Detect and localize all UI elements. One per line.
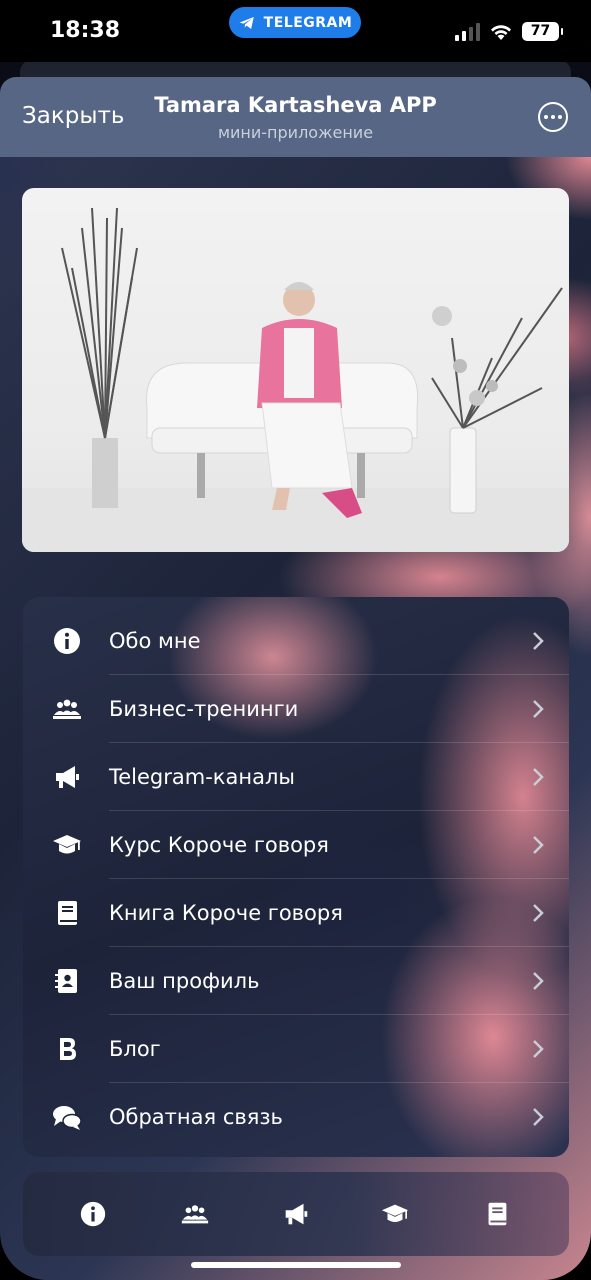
menu-item-feedback[interactable]: Обратная связь xyxy=(23,1083,569,1151)
menu-item-book[interactable]: Книга Короче говоря xyxy=(23,879,569,947)
megaphone-icon xyxy=(47,757,87,797)
menu-item-telegram-channels[interactable]: Telegram-каналы xyxy=(23,743,569,811)
chat-bubbles-icon xyxy=(47,1097,87,1137)
hero-photo xyxy=(22,188,569,552)
megaphone-icon xyxy=(285,1203,308,1225)
menu-item-label: Обо мне xyxy=(109,629,201,653)
telegram-pill-label: TELEGRAM xyxy=(263,14,353,31)
chevron-right-icon xyxy=(533,1108,544,1126)
chevron-right-icon xyxy=(533,836,544,854)
menu-item-label: Курс Короче говоря xyxy=(109,833,329,857)
nav-group-icon[interactable] xyxy=(175,1194,215,1234)
mini-app-header: Закрыть Tamara Kartasheva APP мини-прило… xyxy=(0,77,591,157)
menu-item-label: Бизнес-тренинги xyxy=(109,697,299,721)
cellular-signal-icon xyxy=(455,23,480,41)
phone-screen: 18:38 TELEGRAM 77 Закрыть Tamara Kartash… xyxy=(0,0,591,1280)
graduation-cap-icon xyxy=(381,1204,409,1222)
blog-b-icon xyxy=(47,1029,87,1069)
graduation-cap-icon xyxy=(47,825,87,865)
menu-item-label: Telegram-каналы xyxy=(109,765,295,789)
book-icon xyxy=(47,893,87,933)
info-icon xyxy=(80,1201,106,1227)
battery-indicator: 77 xyxy=(522,22,563,41)
telegram-plane-icon xyxy=(239,16,254,29)
menu-item-business-trainings[interactable]: Бизнес-тренинги xyxy=(23,675,569,743)
status-time: 18:38 xyxy=(50,18,121,43)
menu-item-about[interactable]: Обо мне xyxy=(23,607,569,675)
menu-item-blog[interactable]: Блог xyxy=(23,1015,569,1083)
chevron-right-icon xyxy=(533,904,544,922)
hero-photo-illustration xyxy=(22,207,569,552)
app-title: Tamara Kartasheva APP xyxy=(154,93,437,117)
menu-item-profile[interactable]: Ваш профиль xyxy=(23,947,569,1015)
app-subtitle: мини-приложение xyxy=(217,123,374,142)
more-options-icon[interactable] xyxy=(538,102,568,132)
status-bar: 18:38 TELEGRAM 77 xyxy=(0,0,591,62)
chevron-right-icon xyxy=(533,972,544,990)
nav-graduation-cap-icon[interactable] xyxy=(375,1194,415,1234)
group-icon xyxy=(181,1205,209,1224)
home-indicator[interactable] xyxy=(191,1262,401,1268)
main-menu: Обо мне Бизнес-тренинги Telegram-каналы xyxy=(23,597,569,1157)
book-icon xyxy=(488,1202,507,1226)
bottom-nav xyxy=(23,1172,569,1256)
nav-megaphone-icon[interactable] xyxy=(276,1194,316,1234)
nav-book-icon[interactable] xyxy=(477,1194,517,1234)
menu-item-label: Ваш профиль xyxy=(109,969,260,993)
menu-item-label: Блог xyxy=(109,1037,161,1061)
info-icon xyxy=(47,621,87,661)
menu-item-label: Книга Короче говоря xyxy=(109,901,343,925)
chevron-right-icon xyxy=(533,700,544,718)
telegram-pill[interactable]: TELEGRAM xyxy=(229,7,361,38)
wifi-icon xyxy=(491,25,511,40)
chevron-right-icon xyxy=(533,632,544,650)
group-icon xyxy=(47,689,87,729)
menu-item-label: Обратная связь xyxy=(109,1105,283,1129)
chevron-right-icon xyxy=(533,768,544,786)
contact-card-icon xyxy=(47,961,87,1001)
chevron-right-icon xyxy=(533,1040,544,1058)
nav-info-icon[interactable] xyxy=(73,1194,113,1234)
menu-item-course[interactable]: Курс Короче говоря xyxy=(23,811,569,879)
